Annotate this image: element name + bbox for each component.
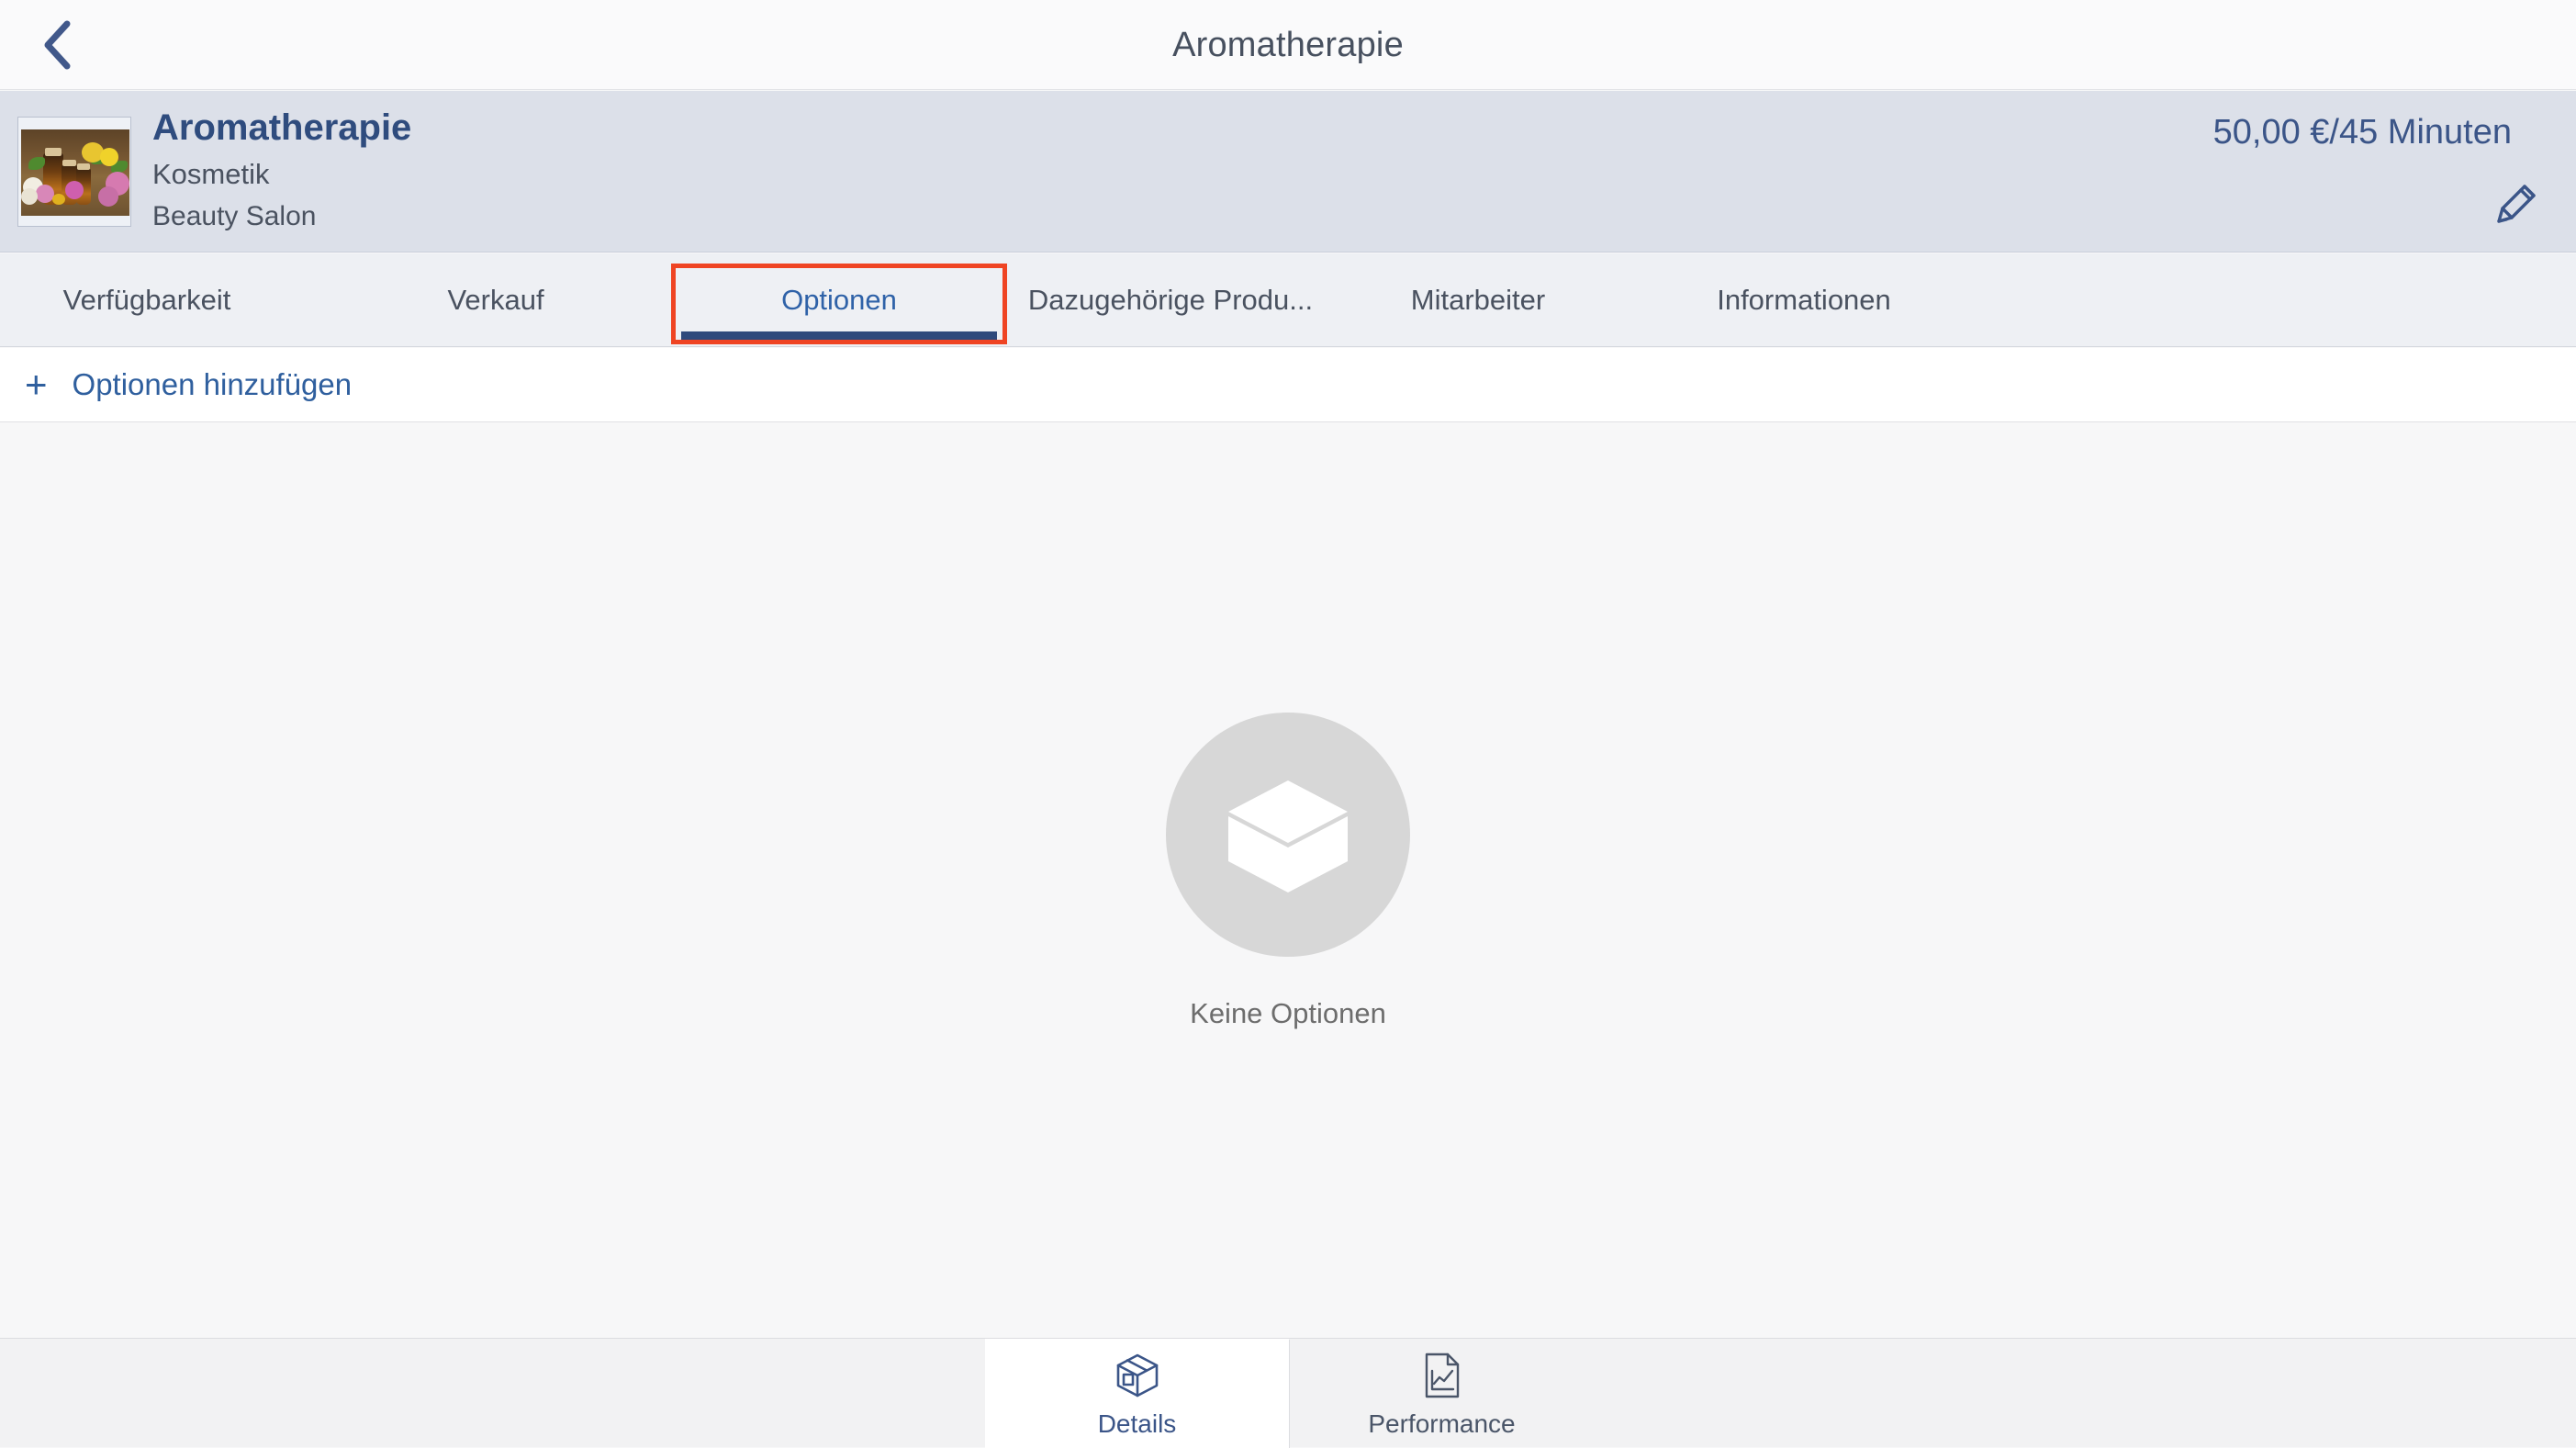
empty-state: Keine Optionen <box>0 713 2576 1030</box>
tab-label: Verkauf <box>447 284 543 317</box>
bottom-tab-performance[interactable]: Performance <box>1290 1339 1594 1448</box>
product-name: Aromatherapie <box>152 107 411 149</box>
options-content-area: Keine Optionen <box>0 423 2576 1337</box>
tab-informationen[interactable]: Informationen <box>1689 253 1919 346</box>
empty-state-label: Keine Optionen <box>1190 997 1386 1030</box>
tab-label: Mitarbeiter <box>1411 284 1545 317</box>
active-tab-underline <box>681 331 997 342</box>
title-bar: Aromatherapie <box>0 0 2576 90</box>
bottom-navigation-bar: Details Performance <box>0 1338 2576 1447</box>
document-chart-icon <box>1419 1349 1465 1400</box>
bottom-tab-label: Details <box>1098 1409 1177 1439</box>
plus-icon: + <box>25 365 48 404</box>
tab-dazugehoerige-produkte[interactable]: Dazugehörige Produ... <box>1019 253 1322 346</box>
product-header: Aromatherapie Kosmetik Beauty Salon 50,0… <box>0 91 2576 253</box>
box-3d-icon <box>1219 764 1357 906</box>
edit-button[interactable] <box>2470 174 2558 243</box>
tab-mitarbeiter[interactable]: Mitarbeiter <box>1377 253 1579 346</box>
tab-verfuegbarkeit[interactable]: Verfügbarkeit <box>55 253 239 346</box>
box-outline-icon <box>1113 1349 1162 1400</box>
tab-bar: Verfügbarkeit Verkauf Optionen Dazugehör… <box>0 253 2576 347</box>
bottom-tab-details[interactable]: Details <box>985 1339 1289 1448</box>
product-price: 50,00 €/45 Minuten <box>2213 113 2512 152</box>
thumbnail-image <box>21 129 129 216</box>
tab-label: Informationen <box>1717 284 1891 317</box>
tab-label: Dazugehörige Produ... <box>1028 284 1313 317</box>
tab-optionen[interactable]: Optionen <box>676 253 1002 346</box>
product-thumbnail <box>17 117 131 227</box>
bottom-tab-label: Performance <box>1368 1409 1515 1439</box>
add-options-label: Optionen hinzufügen <box>73 367 353 402</box>
empty-state-circle <box>1166 713 1410 957</box>
product-location: Beauty Salon <box>152 201 316 232</box>
tab-label: Verfügbarkeit <box>63 284 231 317</box>
tab-label: Optionen <box>781 284 897 317</box>
add-options-row[interactable]: + Optionen hinzufügen <box>0 348 2576 422</box>
product-category: Kosmetik <box>152 158 269 191</box>
tab-verkauf[interactable]: Verkauf <box>413 253 578 346</box>
pencil-icon <box>2484 177 2543 241</box>
page-title: Aromatherapie <box>0 0 2576 90</box>
